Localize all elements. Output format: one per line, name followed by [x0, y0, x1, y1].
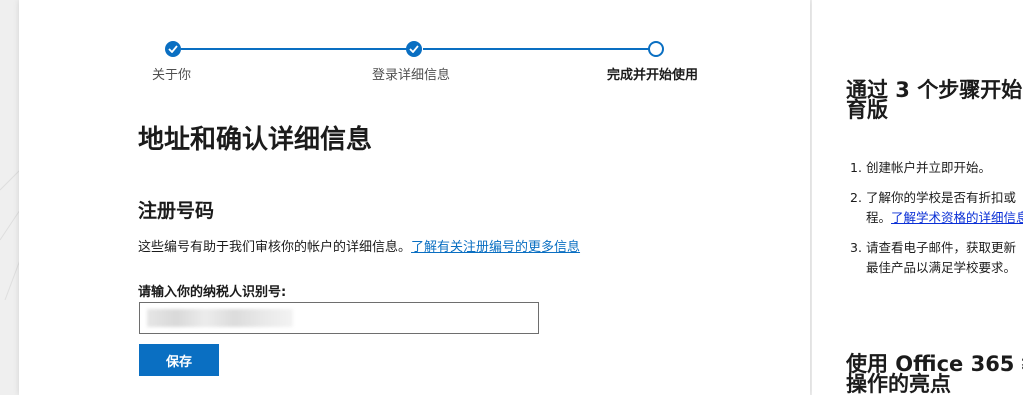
step-connector-1	[181, 48, 415, 50]
list-item: 1. 创建帐户并立即开始。	[850, 158, 1023, 178]
step-label-login-details: 登录详细信息	[372, 68, 451, 83]
description: 这些编号有助于我们审核你的帐户的详细信息。了解有关注册编号的更多信息	[138, 236, 580, 255]
progress-stepper: 关于你 登录详细信息 完成并开始使用	[19, 0, 810, 90]
tax-id-label: 请输入你的纳税人识别号:	[138, 285, 287, 300]
step-label-about-you: 关于你	[152, 68, 192, 83]
main-panel: 关于你 登录详细信息 完成并开始使用 地址和确认详细信息 注册号码 这些编号有助…	[19, 0, 810, 395]
list-item-line-2: 最佳产品以满足学校要求。	[866, 260, 1017, 275]
redacted-tax-id-value	[147, 309, 293, 327]
academic-eligibility-link[interactable]: 了解学术资格的详细信息	[891, 210, 1023, 225]
side-title-2-line-2: 操作的亮点	[846, 372, 951, 395]
list-item-number: 1.	[850, 160, 862, 175]
list-item-text: 了解你的学校是否有折扣或 程。了解学术资格的详细信息	[866, 188, 1023, 228]
page-title: 地址和确认详细信息	[138, 125, 373, 155]
list-item-text: 创建帐户并立即开始。	[866, 160, 992, 175]
list-item: 2. 了解你的学校是否有折扣或 程。了解学术资格的详细信息	[850, 188, 1023, 228]
list-item-text: 请查看电子邮件，获取更新 最佳产品以满足学校要求。	[866, 238, 1016, 278]
side-title-2: 使用 Office 365 教 操作的亮点	[846, 352, 1023, 395]
side-title-2-line-1: 使用 Office 365 教	[846, 352, 1023, 376]
section-title: 注册号码	[138, 200, 215, 222]
description-text: 这些编号有助于我们审核你的帐户的详细信息。	[138, 240, 412, 255]
side-title-line-2: 育版	[846, 98, 888, 122]
list-item-number: 2.	[850, 190, 862, 205]
step-1-check-icon	[165, 41, 181, 57]
step-label-finish: 完成并开始使用	[607, 68, 699, 83]
list-item: 3. 请查看电子邮件，获取更新 最佳产品以满足学校要求。	[850, 238, 1023, 278]
list-item-number: 3.	[850, 240, 862, 255]
steps-list: 1. 创建帐户并立即开始。 2. 了解你的学校是否有折扣或 程。了解学术资格的详…	[850, 158, 1023, 288]
step-3-current-icon	[648, 41, 664, 57]
learn-more-link[interactable]: 了解有关注册编号的更多信息	[411, 240, 580, 255]
list-item-line-1: 请查看电子邮件，获取更新	[866, 240, 1017, 255]
background-decoration	[0, 169, 20, 300]
info-side-panel: 通过 3 个步骤开始 育版 1. 创建帐户并立即开始。 2. 了解你的学校是否有…	[812, 0, 1023, 395]
side-title: 通过 3 个步骤开始 育版	[846, 78, 1023, 122]
side-title-line-1: 通过 3 个步骤开始	[846, 78, 1023, 102]
step-connector-2	[423, 48, 649, 50]
list-item-line-1: 了解你的学校是否有折扣或	[866, 190, 1017, 205]
save-button[interactable]: 保存	[139, 344, 219, 376]
step-2-check-icon	[406, 41, 422, 57]
list-item-line-2: 程。	[866, 210, 892, 225]
